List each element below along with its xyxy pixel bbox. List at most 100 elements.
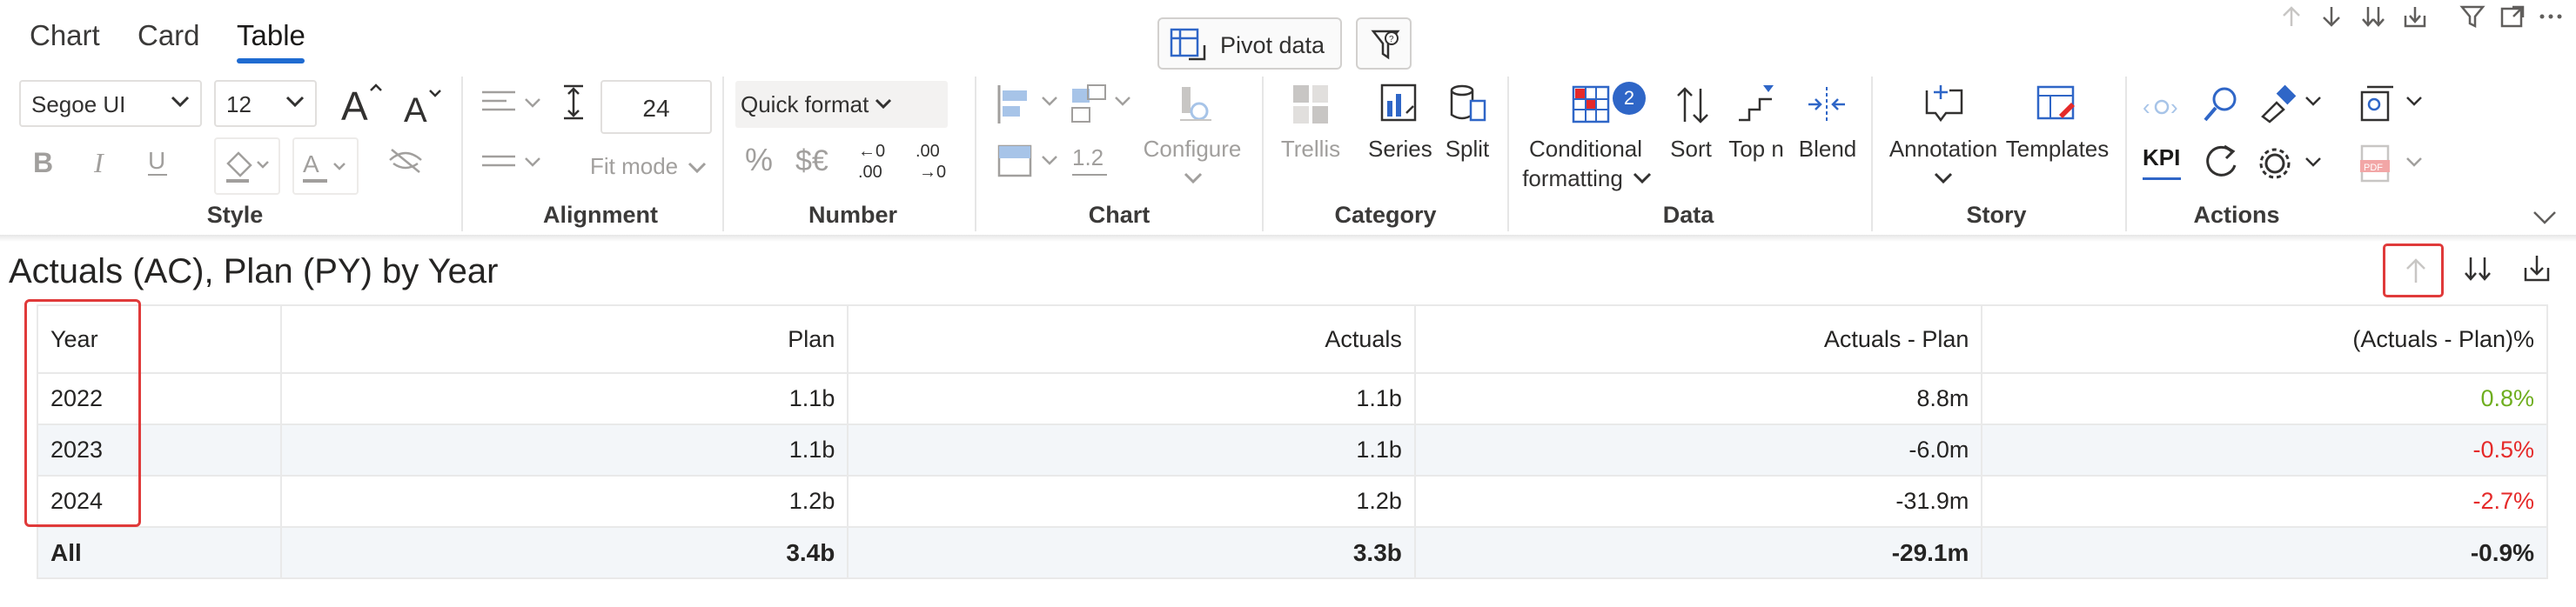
- refresh-icon[interactable]: [2202, 143, 2240, 185]
- templates-icon[interactable]: [2036, 83, 2076, 128]
- increase-decimal-icon[interactable]: .00 →0: [914, 139, 949, 187]
- tab-table[interactable]: Table: [237, 19, 305, 52]
- tab-card[interactable]: Card: [138, 19, 200, 52]
- drill-down-icon[interactable]: [2402, 3, 2428, 34]
- trellis-icon[interactable]: [1291, 83, 1330, 130]
- fit-mode-label: Fit mode: [590, 153, 679, 179]
- chevron-down-icon: [1934, 172, 1953, 189]
- focus-mode-icon[interactable]: [2499, 3, 2526, 34]
- format-painter-icon[interactable]: [2257, 83, 2327, 128]
- underline-icon[interactable]: U: [144, 146, 171, 182]
- templates-label[interactable]: Templates: [2005, 136, 2110, 163]
- drill-up-button[interactable]: [2383, 243, 2444, 297]
- decrease-font-size-icon[interactable]: A: [404, 87, 446, 131]
- split-label[interactable]: Split: [1436, 136, 1499, 163]
- column-header-variance[interactable]: Actuals - Plan: [1413, 304, 1983, 374]
- currency-icon[interactable]: $€: [795, 143, 839, 182]
- group-label-alignment: Alignment: [543, 202, 658, 228]
- decrease-decimal-icon[interactable]: ←0.00: [856, 139, 891, 187]
- column-header-variance-pct[interactable]: (Actuals - Plan)%: [1981, 304, 2548, 374]
- expand-all-button[interactable]: [2447, 243, 2508, 297]
- formatting-label[interactable]: formatting: [1521, 165, 1624, 192]
- blend-icon[interactable]: [1807, 85, 1847, 130]
- year-cell[interactable]: 2022: [37, 372, 282, 425]
- sort-icon[interactable]: [1674, 85, 1713, 130]
- configure-label[interactable]: Configure: [1142, 136, 1243, 163]
- table-row[interactable]: 2023 1.1b 1.1b -6.0m -0.5%: [37, 424, 2548, 477]
- plan-cell: 1.1b: [279, 372, 849, 425]
- filter-question-button[interactable]: ?: [1356, 17, 1412, 70]
- font-color-button[interactable]: A: [292, 137, 359, 195]
- svg-text:B: B: [33, 147, 53, 178]
- font-family-select[interactable]: Segoe UI: [19, 80, 202, 127]
- line-spacing-input[interactable]: 24: [600, 80, 712, 134]
- total-plan-cell: 3.4b: [279, 526, 849, 579]
- fill-color-button[interactable]: [214, 137, 280, 195]
- arrow-down-icon[interactable]: [2318, 3, 2345, 34]
- hide-icon[interactable]: [386, 148, 425, 178]
- visual-title: Actuals (AC), Plan (PY) by Year: [9, 252, 499, 290]
- chart-size-icon[interactable]: [996, 143, 1065, 185]
- divider: [722, 77, 724, 231]
- filter-icon[interactable]: [2459, 3, 2485, 34]
- svg-text:‹: ‹: [2143, 94, 2150, 120]
- split-icon[interactable]: [1448, 83, 1486, 130]
- divider: [461, 77, 463, 231]
- column-header-actuals[interactable]: Actuals: [847, 304, 1416, 374]
- chevron-down-icon: [875, 98, 892, 115]
- table-row[interactable]: 2024 1.2b 1.2b -31.9m -2.7%: [37, 475, 2548, 528]
- settings-gear-icon[interactable]: [2257, 146, 2327, 185]
- tab-chart[interactable]: Chart: [30, 19, 100, 52]
- italic-icon[interactable]: I: [91, 146, 117, 182]
- vertical-align-icon[interactable]: [480, 153, 550, 183]
- series-label[interactable]: Series: [1368, 136, 1432, 163]
- table-row[interactable]: 2022 1.1b 1.1b 8.8m 0.8%: [37, 372, 2548, 425]
- more-options-icon[interactable]: [2538, 3, 2564, 34]
- svg-text:A: A: [341, 83, 368, 129]
- arrow-up-icon[interactable]: [2278, 3, 2304, 34]
- conditional-label[interactable]: Conditional: [1516, 136, 1655, 163]
- annotation-label[interactable]: Annotation: [1885, 136, 2002, 163]
- blend-label[interactable]: Blend: [1796, 136, 1859, 163]
- year-cell[interactable]: 2024: [37, 475, 282, 528]
- percent-icon[interactable]: %: [745, 142, 776, 182]
- chart-arrange-icon[interactable]: [1069, 83, 1138, 131]
- svg-text:A: A: [303, 150, 319, 177]
- expand-all-down-icon[interactable]: [2360, 3, 2386, 34]
- kpi-button[interactable]: KPI: [2143, 144, 2180, 171]
- fit-mode-dropdown[interactable]: Fit mode: [590, 153, 707, 180]
- horizontal-align-icon[interactable]: [480, 89, 550, 124]
- quick-format-dropdown[interactable]: Quick format: [735, 81, 948, 128]
- ribbon-shadow: [0, 235, 2576, 242]
- collapse-ribbon-icon[interactable]: [2532, 209, 2559, 230]
- conditional-formatting-icon[interactable]: [1572, 85, 1610, 128]
- decimal-format-label[interactable]: 1.2: [1072, 144, 1104, 171]
- year-cell[interactable]: 2023: [37, 424, 282, 477]
- column-header-plan[interactable]: Plan: [279, 304, 849, 374]
- chart-layout-icon[interactable]: [996, 83, 1065, 131]
- pivot-data-button[interactable]: Pivot data: [1157, 17, 1342, 70]
- configure-chart-icon[interactable]: [1178, 85, 1213, 128]
- trellis-label[interactable]: Trellis: [1279, 136, 1342, 163]
- svg-text:PDF: PDF: [2364, 163, 2383, 173]
- series-icon[interactable]: [1380, 83, 1419, 130]
- variance-pct-cell: -0.5%: [1981, 424, 2548, 477]
- sort-label[interactable]: Sort: [1662, 136, 1720, 163]
- top-n-icon[interactable]: [1737, 83, 1775, 128]
- column-header-year[interactable]: Year: [37, 304, 282, 374]
- link-icon[interactable]: ‹ ›: [2143, 92, 2181, 126]
- variance-cell: 8.8m: [1413, 372, 1983, 425]
- chevron-down-icon: [171, 96, 190, 112]
- search-icon[interactable]: [2202, 85, 2240, 130]
- bold-icon[interactable]: B: [31, 146, 57, 182]
- expand-next-level-button[interactable]: [2508, 243, 2569, 297]
- line-spacing-icon[interactable]: [562, 83, 585, 126]
- increase-font-size-icon[interactable]: A: [341, 82, 383, 130]
- export-settings-icon[interactable]: [2358, 83, 2428, 128]
- annotation-icon[interactable]: [1923, 83, 1965, 128]
- pdf-export-icon[interactable]: PDF: [2358, 144, 2428, 189]
- font-size-select[interactable]: 12: [214, 80, 317, 127]
- kpi-underline: [2143, 177, 2181, 180]
- group-label-story: Story: [1966, 202, 2027, 228]
- top-n-label[interactable]: Top n: [1721, 136, 1791, 163]
